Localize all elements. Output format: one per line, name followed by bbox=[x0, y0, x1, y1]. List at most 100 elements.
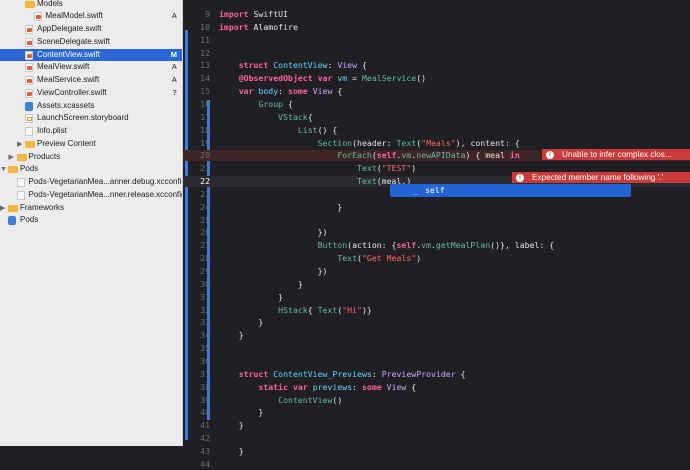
source-control-status-badge: A bbox=[171, 11, 177, 21]
code-line[interactable]: 14 @ObservedObject var vm = MealService(… bbox=[183, 73, 690, 84]
code-text: struct ContentView: View { bbox=[238, 60, 367, 71]
navigator-item[interactable]: LaunchScreen.storyboard bbox=[0, 112, 182, 125]
code-line[interactable]: 13 struct ContentView: View { bbox=[183, 60, 690, 71]
code-line[interactable]: 42 bbox=[183, 433, 690, 444]
swift-file-icon bbox=[25, 50, 33, 60]
navigator-item[interactable]: ViewController.swift? bbox=[0, 87, 182, 100]
code-text: Group { bbox=[258, 98, 293, 109]
navigator-item-label: LaunchScreen.storyboard bbox=[37, 113, 129, 123]
code-line[interactable]: 11 bbox=[183, 35, 690, 46]
navigator-item[interactable]: SceneDelegate.swift bbox=[0, 36, 182, 49]
code-text: import SwiftUI bbox=[219, 9, 289, 19]
code-text: Button(action: {self.vm.getMealPlan()}, … bbox=[317, 240, 555, 251]
code-line[interactable]: 19 Section(header: Text("Meals"), conten… bbox=[183, 138, 690, 149]
code-line[interactable]: 33 } bbox=[183, 317, 690, 328]
code-line[interactable]: 17 VStack{ bbox=[183, 112, 690, 123]
code-text: struct ContentView_Previews: PreviewProv… bbox=[238, 368, 466, 379]
line-number: 38 bbox=[200, 381, 210, 392]
line-number: 29 bbox=[200, 266, 210, 276]
navigator-item[interactable]: ▼ Pods bbox=[0, 163, 182, 176]
code-line[interactable]: 34 } bbox=[183, 330, 690, 341]
error-icon: ! bbox=[516, 173, 524, 182]
code-line[interactable]: 28 Text("Get Meals") bbox=[183, 253, 690, 264]
navigator-item[interactable]: AppDelegate.swift bbox=[0, 23, 182, 36]
navigator-item[interactable]: Pods-VegetarianMea...nner.release.xcconf… bbox=[0, 189, 182, 202]
line-number: 34 bbox=[200, 330, 210, 341]
swift-file-icon bbox=[25, 37, 33, 47]
code-line[interactable]: 15 var body: some View { bbox=[183, 86, 690, 97]
line-number: 23 bbox=[200, 188, 210, 199]
code-line[interactable]: 32 HStack{ Text("Hi")} bbox=[183, 305, 690, 316]
line-number: 35 bbox=[200, 343, 210, 354]
navigator-item-label: Models bbox=[37, 0, 63, 8]
navigator-item[interactable]: Pods bbox=[0, 214, 182, 227]
code-line[interactable]: 43 } bbox=[183, 446, 690, 457]
line-number: 14 bbox=[200, 73, 210, 84]
error-annotation-unable-to-infer[interactable]: ! Unable to infer complex clos... bbox=[542, 149, 690, 160]
navigator-item[interactable]: ▶ Frameworks bbox=[0, 202, 182, 215]
code-text: } bbox=[219, 201, 343, 212]
line-number: 37 bbox=[200, 368, 210, 379]
code-text: } bbox=[219, 330, 244, 341]
code-line[interactable]: 27 Button(action: {self.vm.getMealPlan()… bbox=[183, 240, 690, 251]
line-number: 39 bbox=[200, 394, 210, 405]
code-line[interactable]: 26 }) bbox=[183, 227, 690, 238]
line-number: 20 bbox=[200, 150, 210, 161]
line-number: 18 bbox=[200, 124, 210, 135]
code-text: ContentView() bbox=[278, 394, 343, 405]
navigator-item[interactable]: ▶ Products bbox=[0, 151, 182, 164]
code-text: Text(meal.) bbox=[357, 176, 412, 187]
code-line[interactable]: 9 import SwiftUI bbox=[183, 9, 690, 20]
source-control-status-badge: M bbox=[170, 49, 177, 59]
swift-file-icon bbox=[33, 12, 42, 22]
code-text: Text("Get Meals") bbox=[337, 253, 422, 264]
storyboard-icon bbox=[25, 114, 33, 124]
code-line[interactable]: 40 } bbox=[183, 407, 690, 418]
code-line[interactable]: 35 bbox=[183, 343, 690, 354]
code-text: }) bbox=[219, 266, 328, 276]
file-icon bbox=[16, 190, 25, 200]
code-line[interactable]: 16 Group { bbox=[183, 99, 690, 110]
code-line[interactable]: 44 bbox=[183, 459, 690, 470]
folder-icon bbox=[25, 0, 35, 8]
code-line[interactable]: 18 List() { bbox=[183, 125, 690, 136]
line-number: 11 bbox=[200, 34, 210, 45]
code-text: } bbox=[219, 420, 244, 431]
code-text: import Alamofire bbox=[219, 21, 298, 32]
navigator-item-label: Info.plist bbox=[37, 126, 67, 135]
navigator-item-label: Products bbox=[28, 151, 61, 161]
navigator-item[interactable]: Assets.xcassets bbox=[0, 100, 182, 113]
code-line[interactable]: 24 } bbox=[183, 202, 690, 213]
navigator-item[interactable]: MealView.swift A bbox=[0, 61, 182, 74]
file-icon bbox=[16, 178, 25, 187]
line-number: 13 bbox=[200, 60, 210, 71]
navigator-item[interactable]: Pods-VegetarianMea...anner.debug.xcconfi… bbox=[0, 176, 182, 189]
error-message: Expected member name following '.' bbox=[532, 173, 664, 182]
code-line[interactable]: 38 static var previews: some View { bbox=[183, 382, 690, 393]
navigator-item-label: Pods-VegetarianMea...anner.debug.xcconfi… bbox=[28, 177, 183, 186]
code-line[interactable]: 30 } bbox=[183, 279, 690, 290]
code-line[interactable]: 41 } bbox=[183, 420, 690, 431]
folder-icon bbox=[8, 166, 18, 174]
code-line[interactable]: 10 import Alamofire bbox=[183, 22, 690, 33]
code-line[interactable]: 39 ContentView() bbox=[183, 395, 690, 406]
code-line[interactable]: 29 }) bbox=[183, 266, 690, 277]
code-line[interactable]: 12 bbox=[183, 48, 690, 59]
error-annotation-expected-member[interactable]: ! Expected member name following '.' bbox=[512, 172, 690, 183]
code-line[interactable]: 31 } bbox=[183, 292, 690, 303]
navigator-item[interactable]: ▶ Preview Content bbox=[0, 138, 182, 151]
code-line[interactable]: 25 bbox=[183, 215, 690, 226]
folder-icon bbox=[25, 140, 35, 148]
navigator-item[interactable]: Info.plist bbox=[0, 125, 182, 138]
code-text: }) bbox=[219, 227, 328, 238]
code-line[interactable]: 36 bbox=[183, 356, 690, 367]
swift-file-icon bbox=[25, 88, 33, 98]
navigator-item[interactable]: Models bbox=[0, 0, 182, 10]
navigator-item[interactable]: MealModel.swift A bbox=[0, 10, 182, 23]
autocomplete-suggestion[interactable]: _ self bbox=[390, 184, 631, 197]
code-line[interactable]: 37 struct ContentView_Previews: PreviewP… bbox=[183, 369, 690, 380]
navigator-item-label: Pods bbox=[20, 215, 39, 225]
navigator-item[interactable]: ContentView.swift M bbox=[0, 48, 182, 62]
navigator-item[interactable]: MealService.swift A bbox=[0, 74, 182, 87]
code-text: VStack{ bbox=[278, 111, 313, 122]
